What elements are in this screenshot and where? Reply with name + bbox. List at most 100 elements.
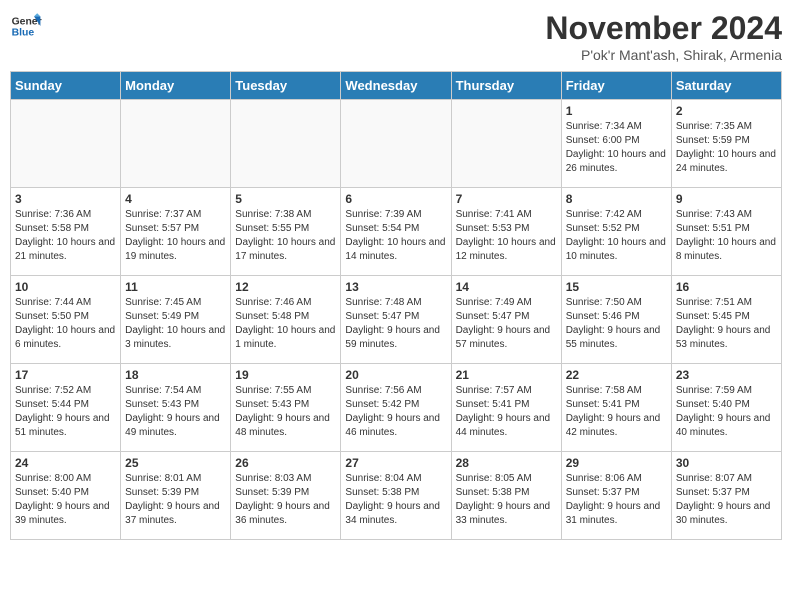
day-cell: 15 Sunrise: 7:50 AM Sunset: 5:46 PM Dayli…: [561, 276, 671, 364]
day-info: Sunrise: 7:41 AM Sunset: 5:53 PM Dayligh…: [456, 208, 557, 264]
day-info: Sunrise: 7:42 AM Sunset: 5:52 PM Dayligh…: [566, 208, 667, 264]
day-number: 2: [676, 104, 777, 118]
day-info: Sunrise: 7:52 AM Sunset: 5:44 PM Dayligh…: [15, 384, 116, 440]
day-cell: 2 Sunrise: 7:35 AM Sunset: 5:59 PM Daylig…: [671, 100, 781, 188]
day-info: Sunrise: 8:01 AM Sunset: 5:39 PM Dayligh…: [125, 472, 226, 528]
day-cell: [231, 100, 341, 188]
day-cell: [341, 100, 451, 188]
week-row-3: 17 Sunrise: 7:52 AM Sunset: 5:44 PM Dayli…: [11, 364, 782, 452]
day-cell: 12Sunrise: 7:46 AM Sunset: 5:48 PM Dayli…: [231, 276, 341, 364]
day-info: Sunrise: 7:51 AM Sunset: 5:45 PM Dayligh…: [676, 296, 777, 352]
day-cell: 4Sunrise: 7:37 AM Sunset: 5:57 PM Daylig…: [121, 188, 231, 276]
logo-icon: General Blue: [10, 10, 42, 42]
day-number: 25: [125, 456, 226, 470]
day-info: Sunrise: 7:45 AM Sunset: 5:49 PM Dayligh…: [125, 296, 226, 352]
day-header-sunday: Sunday: [11, 72, 121, 100]
day-info: Sunrise: 8:04 AM Sunset: 5:38 PM Dayligh…: [345, 472, 446, 528]
day-cell: 3 Sunrise: 7:36 AM Sunset: 5:58 PM Daylig…: [11, 188, 121, 276]
day-cell: 8 Sunrise: 7:42 AM Sunset: 5:52 PM Daylig…: [561, 188, 671, 276]
svg-text:Blue: Blue: [12, 28, 35, 39]
day-cell: [121, 100, 231, 188]
day-cell: 11 Sunrise: 7:45 AM Sunset: 5:49 PM Dayli…: [121, 276, 231, 364]
day-cell: 7 Sunrise: 7:41 AM Sunset: 5:53 PM Daylig…: [451, 188, 561, 276]
day-number: 10: [15, 280, 116, 294]
day-info: Sunrise: 7:46 AM Sunset: 5:48 PM Dayligh…: [235, 296, 336, 352]
day-info: Sunrise: 7:43 AM Sunset: 5:51 PM Dayligh…: [676, 208, 777, 264]
day-number: 27: [345, 456, 446, 470]
day-number: 26: [235, 456, 336, 470]
day-cell: 22 Sunrise: 7:58 AM Sunset: 5:41 PM Dayli…: [561, 364, 671, 452]
day-number: 6: [345, 192, 446, 206]
day-cell: 10Sunrise: 7:44 AM Sunset: 5:50 PM Dayli…: [11, 276, 121, 364]
day-number: 20: [345, 368, 446, 382]
day-cell: 13Sunrise: 7:48 AM Sunset: 5:47 PM Dayli…: [341, 276, 451, 364]
day-info: Sunrise: 8:06 AM Sunset: 5:37 PM Dayligh…: [566, 472, 667, 528]
day-cell: 27 Sunrise: 8:04 AM Sunset: 5:38 PM Dayli…: [341, 452, 451, 540]
day-cell: 5 Sunrise: 7:38 AM Sunset: 5:55 PM Daylig…: [231, 188, 341, 276]
day-number: 5: [235, 192, 336, 206]
logo: General Blue: [10, 10, 42, 42]
day-number: 7: [456, 192, 557, 206]
day-info: Sunrise: 7:58 AM Sunset: 5:41 PM Dayligh…: [566, 384, 667, 440]
day-cell: [11, 100, 121, 188]
day-number: 28: [456, 456, 557, 470]
calendar-table: SundayMondayTuesdayWednesdayThursdayFrid…: [10, 71, 782, 540]
day-info: Sunrise: 7:35 AM Sunset: 5:59 PM Dayligh…: [676, 120, 777, 176]
day-cell: 17 Sunrise: 7:52 AM Sunset: 5:44 PM Dayli…: [11, 364, 121, 452]
day-info: Sunrise: 7:34 AM Sunset: 6:00 PM Dayligh…: [566, 120, 667, 176]
day-cell: 26Sunrise: 8:03 AM Sunset: 5:39 PM Dayli…: [231, 452, 341, 540]
day-cell: 19Sunrise: 7:55 AM Sunset: 5:43 PM Dayli…: [231, 364, 341, 452]
day-cell: 25 Sunrise: 8:01 AM Sunset: 5:39 PM Dayli…: [121, 452, 231, 540]
day-cell: 18 Sunrise: 7:54 AM Sunset: 5:43 PM Dayli…: [121, 364, 231, 452]
day-number: 22: [566, 368, 667, 382]
location-subtitle: P'ok'r Mant'ash, Shirak, Armenia: [545, 47, 782, 63]
day-number: 21: [456, 368, 557, 382]
day-cell: 30Sunrise: 8:07 AM Sunset: 5:37 PM Dayli…: [671, 452, 781, 540]
day-number: 14: [456, 280, 557, 294]
day-info: Sunrise: 8:05 AM Sunset: 5:38 PM Dayligh…: [456, 472, 557, 528]
day-info: Sunrise: 7:49 AM Sunset: 5:47 PM Dayligh…: [456, 296, 557, 352]
day-number: 15: [566, 280, 667, 294]
day-cell: 28 Sunrise: 8:05 AM Sunset: 5:38 PM Dayli…: [451, 452, 561, 540]
day-info: Sunrise: 7:36 AM Sunset: 5:58 PM Dayligh…: [15, 208, 116, 264]
day-cell: 21 Sunrise: 7:57 AM Sunset: 5:41 PM Dayli…: [451, 364, 561, 452]
day-number: 18: [125, 368, 226, 382]
day-header-thursday: Thursday: [451, 72, 561, 100]
day-cell: 20 Sunrise: 7:56 AM Sunset: 5:42 PM Dayli…: [341, 364, 451, 452]
day-cell: 1 Sunrise: 7:34 AM Sunset: 6:00 PM Daylig…: [561, 100, 671, 188]
days-header-row: SundayMondayTuesdayWednesdayThursdayFrid…: [11, 72, 782, 100]
day-cell: 16Sunrise: 7:51 AM Sunset: 5:45 PM Dayli…: [671, 276, 781, 364]
day-info: Sunrise: 7:39 AM Sunset: 5:54 PM Dayligh…: [345, 208, 446, 264]
day-info: Sunrise: 7:37 AM Sunset: 5:57 PM Dayligh…: [125, 208, 226, 264]
day-info: Sunrise: 8:07 AM Sunset: 5:37 PM Dayligh…: [676, 472, 777, 528]
page-header: General Blue November 2024 P'ok'r Mant'a…: [10, 10, 782, 63]
day-header-friday: Friday: [561, 72, 671, 100]
day-number: 11: [125, 280, 226, 294]
day-number: 8: [566, 192, 667, 206]
day-cell: 6 Sunrise: 7:39 AM Sunset: 5:54 PM Daylig…: [341, 188, 451, 276]
day-cell: [451, 100, 561, 188]
day-header-saturday: Saturday: [671, 72, 781, 100]
day-info: Sunrise: 7:57 AM Sunset: 5:41 PM Dayligh…: [456, 384, 557, 440]
day-info: Sunrise: 7:54 AM Sunset: 5:43 PM Dayligh…: [125, 384, 226, 440]
week-row-1: 3 Sunrise: 7:36 AM Sunset: 5:58 PM Daylig…: [11, 188, 782, 276]
day-cell: 14 Sunrise: 7:49 AM Sunset: 5:47 PM Dayli…: [451, 276, 561, 364]
day-header-tuesday: Tuesday: [231, 72, 341, 100]
day-number: 17: [15, 368, 116, 382]
day-number: 9: [676, 192, 777, 206]
day-info: Sunrise: 7:55 AM Sunset: 5:43 PM Dayligh…: [235, 384, 336, 440]
title-section: November 2024 P'ok'r Mant'ash, Shirak, A…: [545, 10, 782, 63]
day-info: Sunrise: 7:48 AM Sunset: 5:47 PM Dayligh…: [345, 296, 446, 352]
day-number: 29: [566, 456, 667, 470]
day-info: Sunrise: 7:56 AM Sunset: 5:42 PM Dayligh…: [345, 384, 446, 440]
day-number: 1: [566, 104, 667, 118]
day-info: Sunrise: 7:50 AM Sunset: 5:46 PM Dayligh…: [566, 296, 667, 352]
day-info: Sunrise: 7:38 AM Sunset: 5:55 PM Dayligh…: [235, 208, 336, 264]
day-info: Sunrise: 8:00 AM Sunset: 5:40 PM Dayligh…: [15, 472, 116, 528]
day-cell: 24Sunrise: 8:00 AM Sunset: 5:40 PM Dayli…: [11, 452, 121, 540]
day-header-wednesday: Wednesday: [341, 72, 451, 100]
month-title: November 2024: [545, 10, 782, 47]
day-cell: 29 Sunrise: 8:06 AM Sunset: 5:37 PM Dayli…: [561, 452, 671, 540]
day-cell: 9 Sunrise: 7:43 AM Sunset: 5:51 PM Daylig…: [671, 188, 781, 276]
day-number: 3: [15, 192, 116, 206]
